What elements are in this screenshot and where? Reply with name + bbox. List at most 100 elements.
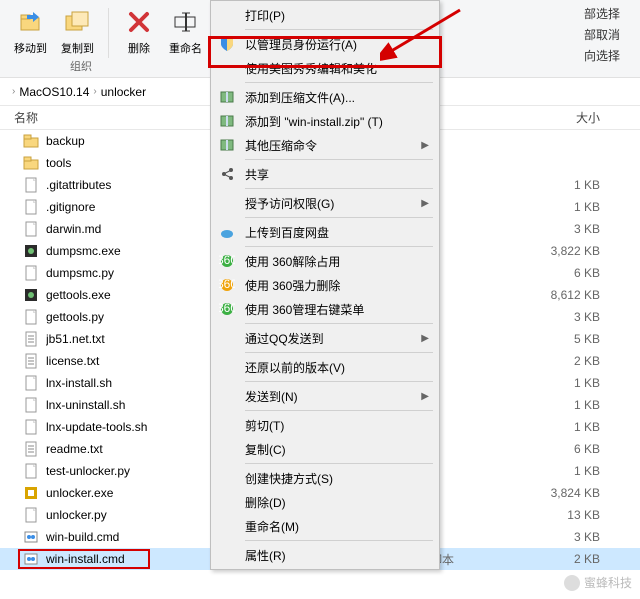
watermark: 蜜蜂科技 (564, 574, 632, 591)
breadcrumb-item[interactable]: MacOS10.14 (19, 85, 89, 99)
select-all[interactable]: 部选择 (580, 4, 624, 23)
file-size: 6 KB (504, 266, 640, 280)
menu-item-icon (217, 111, 237, 131)
select-none[interactable]: 部取消 (580, 25, 624, 44)
menu-item-label: 其他压缩命令 (245, 137, 421, 154)
menu-separator (245, 540, 433, 541)
menu-item-icon: 360 (217, 275, 237, 295)
menu-item[interactable]: 其他压缩命令▶ (213, 133, 437, 157)
file-name: license.txt (46, 354, 214, 368)
menu-item-icon (217, 468, 237, 488)
menu-item[interactable]: 以管理员身份运行(A) (213, 32, 437, 56)
header-name[interactable]: 名称 (0, 109, 210, 126)
menu-item-label: 共享 (245, 166, 429, 183)
file-icon (22, 330, 40, 348)
file-icon (22, 176, 40, 194)
file-icon (22, 550, 40, 568)
file-name: test-unlocker.py (46, 464, 214, 478)
menu-item-icon (217, 328, 237, 348)
file-name: win-build.cmd (46, 530, 214, 544)
menu-item[interactable]: 共享 (213, 162, 437, 186)
header-size[interactable]: 大小 (500, 109, 640, 126)
file-size: 1 KB (504, 464, 640, 478)
menu-item-label: 添加到压缩文件(A)... (245, 89, 429, 106)
menu-item[interactable]: 创建快捷方式(S) (213, 466, 437, 490)
file-icon (22, 484, 40, 502)
breadcrumb-item[interactable]: unlocker (101, 85, 146, 99)
file-size: 3 KB (504, 310, 640, 324)
file-icon (22, 506, 40, 524)
svg-text:360: 360 (219, 301, 235, 315)
ribbon-selection-group: 部选择 部取消 向选择 (580, 4, 632, 65)
move-to-button[interactable]: 移动到 (8, 4, 53, 58)
menu-item-icon (217, 357, 237, 377)
menu-item-label: 授予访问权限(G) (245, 195, 421, 212)
submenu-arrow-icon: ▶ (421, 391, 429, 402)
file-icon (22, 220, 40, 238)
menu-item-label: 剪切(T) (245, 417, 429, 434)
menu-item[interactable]: 复制(C) (213, 437, 437, 461)
menu-item[interactable]: 添加到 "win-install.zip" (T) (213, 109, 437, 133)
submenu-arrow-icon: ▶ (421, 333, 429, 344)
menu-item[interactable]: 360 使用 360强力删除 (213, 273, 437, 297)
menu-item-icon (217, 193, 237, 213)
menu-item[interactable]: 发送到(N)▶ (213, 384, 437, 408)
menu-item-icon (217, 34, 237, 54)
menu-item[interactable]: 通过QQ发送到▶ (213, 326, 437, 350)
menu-separator (245, 381, 433, 382)
delete-icon (123, 6, 155, 38)
menu-item[interactable]: 使用美图秀秀编辑和美化 (213, 56, 437, 80)
file-name: unlocker.exe (46, 486, 214, 500)
file-name: backup (46, 134, 214, 148)
invert-selection[interactable]: 向选择 (580, 46, 624, 65)
menu-item[interactable]: 删除(D) (213, 490, 437, 514)
menu-item[interactable]: 剪切(T) (213, 413, 437, 437)
menu-item-label: 通过QQ发送到 (245, 330, 421, 347)
file-name: lnx-uninstall.sh (46, 398, 214, 412)
menu-item-icon: 360 (217, 251, 237, 271)
file-icon (22, 528, 40, 546)
file-icon (22, 462, 40, 480)
menu-item[interactable]: 属性(R) (213, 543, 437, 567)
menu-separator (245, 188, 433, 189)
copy-to-button[interactable]: 复制到 (55, 4, 100, 58)
file-icon (22, 374, 40, 392)
file-name: lnx-install.sh (46, 376, 214, 390)
file-size: 2 KB (504, 552, 640, 566)
file-name: gettools.exe (46, 288, 214, 302)
file-name: jb51.net.txt (46, 332, 214, 346)
file-icon (22, 198, 40, 216)
menu-item-icon (217, 439, 237, 459)
file-name: .gitattributes (46, 178, 214, 192)
svg-text:360: 360 (219, 253, 235, 267)
menu-item-label: 使用 360解除占用 (245, 253, 429, 270)
delete-button[interactable]: 删除 (117, 4, 161, 58)
menu-separator (245, 463, 433, 464)
menu-item[interactable]: 360使用 360管理右键菜单 (213, 297, 437, 321)
menu-item[interactable]: 打印(P) (213, 3, 437, 27)
file-size: 8,612 KB (504, 288, 640, 302)
menu-item[interactable]: 授予访问权限(G)▶ (213, 191, 437, 215)
file-name: readme.txt (46, 442, 214, 456)
file-size: 1 KB (504, 200, 640, 214)
menu-item-icon (217, 135, 237, 155)
menu-item[interactable]: 还原以前的版本(V) (213, 355, 437, 379)
file-icon (22, 154, 40, 172)
menu-item-label: 使用 360强力删除 (245, 277, 429, 294)
menu-item[interactable]: 重命名(M) (213, 514, 437, 538)
watermark-icon (564, 575, 580, 591)
menu-separator (245, 323, 433, 324)
rename-icon (170, 6, 202, 38)
menu-item[interactable]: 360 使用 360解除占用 (213, 249, 437, 273)
file-size: 1 KB (504, 398, 640, 412)
menu-separator (245, 352, 433, 353)
file-name: tools (46, 156, 214, 170)
file-name: unlocker.py (46, 508, 214, 522)
file-size: 3 KB (504, 222, 640, 236)
menu-item[interactable]: 添加到压缩文件(A)... (213, 85, 437, 109)
rename-button[interactable]: 重命名 (163, 4, 208, 58)
menu-item-icon (217, 164, 237, 184)
file-icon (22, 242, 40, 260)
file-size: 5 KB (504, 332, 640, 346)
menu-item[interactable]: 上传到百度网盘 (213, 220, 437, 244)
